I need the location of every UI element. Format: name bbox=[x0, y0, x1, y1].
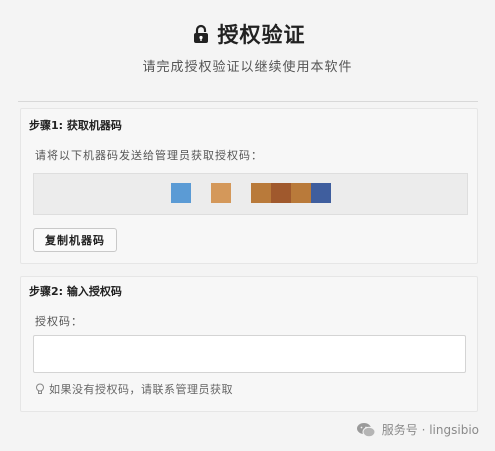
step2-section: 步骤2: 输入授权码 授权码： 如果没有授权码，请联系管理员获取 bbox=[20, 276, 478, 412]
auth-tip: 如果没有授权码，请联系管理员获取 bbox=[35, 381, 233, 397]
machine-code-chip bbox=[271, 183, 291, 203]
page-title: 授权验证 bbox=[217, 23, 306, 47]
wechat-icon bbox=[356, 422, 376, 438]
auth-code-input[interactable] bbox=[33, 335, 466, 373]
machine-code-chip bbox=[251, 183, 271, 203]
header: 授权验证 请完成授权验证以继续使用本软件 bbox=[0, 18, 495, 75]
lock-icon bbox=[190, 23, 212, 45]
watermark-text: 服务号 · lingsibio bbox=[381, 423, 479, 437]
auth-tip-text: 如果没有授权码，请联系管理员获取 bbox=[49, 383, 233, 396]
step2-title: 步骤2: 输入授权码 bbox=[29, 285, 122, 298]
title-row: 授权验证 bbox=[0, 18, 495, 50]
machine-code-chip bbox=[291, 183, 311, 203]
page-subtitle: 请完成授权验证以继续使用本软件 bbox=[142, 60, 353, 75]
machine-code-chip bbox=[171, 183, 191, 203]
lightbulb-icon bbox=[35, 383, 45, 395]
header-divider bbox=[18, 101, 478, 102]
machine-code-chip bbox=[311, 183, 331, 203]
machine-code-display bbox=[33, 173, 468, 215]
step1-section: 步骤1: 获取机器码 请将以下机器码发送给管理员获取授权码： 复制机器码 bbox=[20, 108, 478, 264]
step1-hint: 请将以下机器码发送给管理员获取授权码： bbox=[35, 149, 263, 162]
watermark: 服务号 · lingsibio bbox=[356, 421, 479, 438]
machine-code-chip bbox=[211, 183, 231, 203]
step1-title: 步骤1: 获取机器码 bbox=[29, 119, 122, 132]
auth-code-label: 授权码： bbox=[35, 315, 83, 328]
copy-machine-code-button[interactable]: 复制机器码 bbox=[33, 228, 117, 252]
